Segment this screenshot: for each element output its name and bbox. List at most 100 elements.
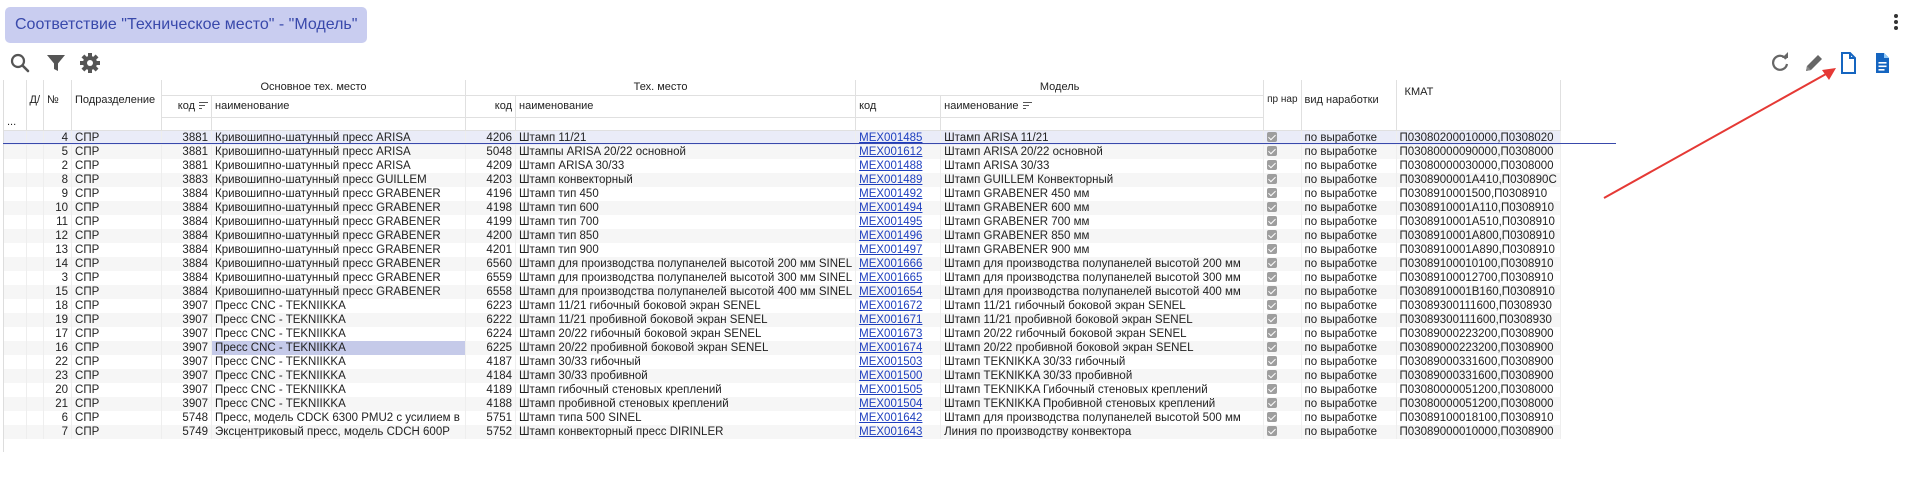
row-menu-cell[interactable] [4, 312, 27, 327]
department-cell[interactable]: СПР [71, 214, 163, 229]
checkbox-checked-icon[interactable] [1267, 398, 1278, 409]
tech-code-cell[interactable]: 6224 [465, 326, 517, 341]
main-name-cell[interactable]: Кривошипно-шатунный пресс GRABENER [211, 186, 467, 201]
department-cell[interactable]: СПР [71, 424, 163, 439]
row-menu-cell[interactable] [4, 228, 27, 243]
table-row[interactable]: 23 СПР 3907 Пресс CNC - TEKNIIKKA 4184 Штамп … [4, 368, 1561, 383]
table-row[interactable]: 21 СПР 3907 Пресс CNC - TEKNIIKKA 4188 Штамп … [4, 396, 1561, 411]
number-cell[interactable]: 16 [43, 340, 73, 355]
row-menu-cell[interactable] [4, 298, 27, 313]
tech-name-filter-cell[interactable] [515, 117, 857, 131]
work-type-cell[interactable]: по выработке [1301, 214, 1397, 229]
row-menu-cell[interactable] [4, 368, 27, 383]
model-code-filter-cell[interactable] [855, 117, 942, 131]
number-cell[interactable]: 10 [43, 200, 73, 215]
checkbox-checked-icon[interactable] [1267, 146, 1278, 157]
tech-code-cell[interactable]: 6559 [465, 270, 517, 285]
model-name-cell[interactable]: Штамп 20/22 гибочный боковой экран SENEL [940, 326, 1265, 341]
tech-name-cell[interactable]: Штамп конвекторный пресс DIRINLER [515, 424, 857, 439]
checkbox-checked-icon[interactable] [1267, 132, 1278, 143]
d-cell[interactable] [26, 172, 45, 187]
model-code-link[interactable]: МЕХ001674 [859, 342, 922, 354]
row-menu-cell[interactable] [4, 158, 27, 173]
model-name-cell[interactable]: Штамп 11/21 пробивной боковой экран SENE… [940, 312, 1265, 327]
model-code-cell[interactable]: МЕХ001674 [855, 340, 942, 355]
model-code-cell[interactable]: МЕХ001504 [855, 396, 942, 411]
department-cell[interactable]: СПР [71, 396, 163, 411]
main-code-cell[interactable]: 3884 [161, 242, 213, 257]
model-name-cell[interactable]: Штамп 20/22 пробивной боковой экран SENE… [940, 340, 1265, 355]
checkbox-checked-icon[interactable] [1267, 286, 1278, 297]
tech-name-cell[interactable]: Штампы ARISA 20/22 основной [515, 144, 857, 159]
kmat-cell[interactable]: П03089300111600,П0308930 [1396, 298, 1561, 313]
checkbox-checked-icon[interactable] [1267, 300, 1278, 311]
main-code-cell[interactable]: 5748 [161, 410, 213, 425]
checkbox-checked-icon[interactable] [1267, 174, 1278, 185]
row-menu-cell[interactable] [4, 284, 27, 299]
model-code-cell[interactable]: МЕХ001665 [855, 270, 942, 285]
checkbox-checked-icon[interactable] [1267, 426, 1278, 437]
model-code-link[interactable]: МЕХ001495 [859, 216, 922, 228]
model-code-link[interactable]: МЕХ001671 [859, 314, 922, 326]
checkbox-cell[interactable] [1263, 144, 1302, 159]
tech-code-cell[interactable]: 4187 [465, 354, 517, 369]
model-code-cell[interactable]: МЕХ001492 [855, 186, 942, 201]
work-type-cell[interactable]: по выработке [1301, 312, 1397, 327]
number-cell[interactable]: 9 [43, 186, 73, 201]
model-code-link[interactable]: МЕХ001673 [859, 328, 922, 340]
model-code-link[interactable]: МЕХ001489 [859, 174, 922, 186]
work-type-cell[interactable]: по выработке [1301, 186, 1397, 201]
number-cell[interactable]: 12 [43, 228, 73, 243]
kmat-cell[interactable]: П03080000030000,П0308000 [1396, 158, 1561, 173]
row-menu-cell[interactable] [4, 424, 27, 439]
tech-code-cell[interactable]: 4209 [465, 158, 517, 173]
d-cell[interactable] [26, 214, 45, 229]
kmat-column-header[interactable]: КМАТ [1396, 80, 1561, 131]
work-type-cell[interactable]: по выработке [1301, 242, 1397, 257]
sort-icon[interactable] [1022, 102, 1032, 110]
table-row[interactable]: 2 СПР 3881 Кривошипно-шатунный пресс ARISA 4… [4, 158, 1561, 173]
main-name-cell[interactable]: Пресс CNC - TEKNIIKKA [211, 298, 467, 313]
tech-code-cell[interactable]: 4188 [465, 396, 517, 411]
main-code-cell[interactable]: 3884 [161, 228, 213, 243]
row-menu-cell[interactable] [4, 172, 27, 187]
table-row[interactable]: 7 СПР 5749 Эксцентриковый пресс, модель CDC… [4, 424, 1561, 439]
kmat-cell[interactable]: П03089300111600,П0308930 [1396, 312, 1561, 327]
number-cell[interactable]: 18 [43, 298, 73, 313]
work-type-cell[interactable]: по выработке [1301, 354, 1397, 369]
kmat-cell[interactable]: П0308900001A410,П030890С [1396, 172, 1561, 187]
work-type-cell[interactable]: по выработке [1301, 172, 1397, 187]
tech-name-cell[interactable]: Штамп 11/21 пробивной боковой экран SENE… [515, 312, 857, 327]
department-cell[interactable]: СПР [71, 172, 163, 187]
table-row[interactable]: 11 СПР 3884 Кривошипно-шатунный пресс GRABE… [4, 214, 1561, 229]
work-type-cell[interactable]: по выработке [1301, 410, 1397, 425]
main-code-cell[interactable]: 3907 [161, 312, 213, 327]
work-type-cell[interactable]: по выработке [1301, 158, 1397, 173]
row-menu-cell[interactable] [4, 354, 27, 369]
kmat-cell[interactable]: П03089000223200,П0308900 [1396, 326, 1561, 341]
model-code-link[interactable]: МЕХ001497 [859, 244, 922, 256]
department-cell[interactable]: СПР [71, 242, 163, 257]
checkbox-checked-icon[interactable] [1267, 384, 1278, 395]
main-name-cell[interactable]: Пресс CNC - TEKNIIKKA [211, 382, 467, 397]
d-cell[interactable] [26, 200, 45, 215]
tech-name-cell[interactable]: Штамп 30/33 пробивной [515, 368, 857, 383]
kmat-cell[interactable]: П0308910001A890,П0308910 [1396, 242, 1561, 257]
work-type-cell[interactable]: по выработке [1301, 270, 1397, 285]
model-code-cell[interactable]: МЕХ001494 [855, 200, 942, 215]
kmat-cell[interactable]: П03089000331600,П0308900 [1396, 354, 1561, 369]
main-name-cell[interactable]: Кривошипно-шатунный пресс GRABENER [211, 228, 467, 243]
number-cell[interactable]: 20 [43, 382, 73, 397]
checkbox-checked-icon[interactable] [1267, 356, 1278, 367]
model-code-link[interactable]: МЕХ001496 [859, 230, 922, 242]
checkbox-checked-icon[interactable] [1267, 370, 1278, 381]
tech-name-cell[interactable]: Штамп ARISA 30/33 [515, 158, 857, 173]
tech-code-cell[interactable]: 6558 [465, 284, 517, 299]
model-name-cell[interactable]: Штамп для производства полупанелей высот… [940, 284, 1265, 299]
checkbox-cell[interactable] [1263, 326, 1302, 341]
checkbox-cell[interactable] [1263, 312, 1302, 327]
row-menu-cell[interactable] [4, 186, 27, 201]
main-name-cell[interactable]: Кривошипно-шатунный пресс GUILLEM [211, 172, 467, 187]
model-code-cell[interactable]: МЕХ001673 [855, 326, 942, 341]
department-cell[interactable]: СПР [71, 284, 163, 299]
